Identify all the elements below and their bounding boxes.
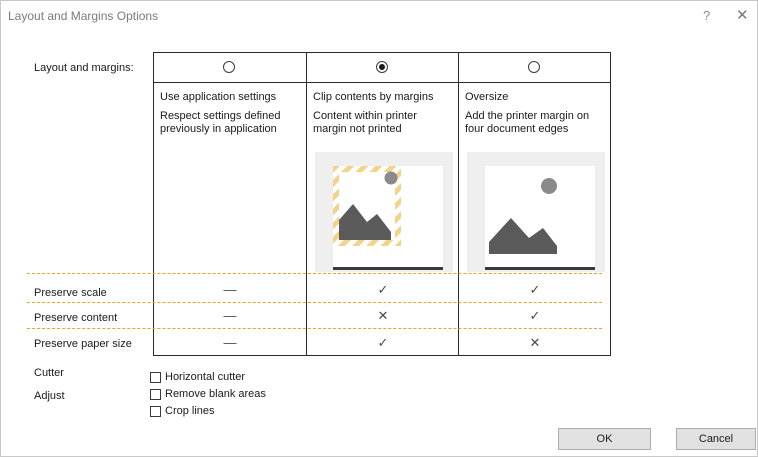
title-bar: Layout and Margins Options ? ✕ — [1, 1, 757, 31]
paper-edge — [485, 267, 595, 270]
option-title-oversize: Oversize — [465, 91, 509, 103]
option-description-application: Respect settings defined previously in a… — [160, 110, 281, 135]
layout-margins-label: Layout and margins: — [34, 62, 134, 74]
crop-lines-checkbox[interactable] — [150, 406, 161, 417]
option-description-oversize: Add the printer margin on four document … — [465, 110, 590, 135]
layout-margins-dialog: Layout and Margins Options ? ✕ Layout an… — [0, 0, 758, 457]
option-title-clip: Clip contents by margins — [313, 91, 434, 103]
cancel-button[interactable]: Cancel — [676, 428, 756, 450]
paper-illustration — [485, 166, 595, 270]
option-header — [154, 53, 306, 83]
row-separator — [27, 302, 602, 303]
feature-label-scale: Preserve scale — [34, 287, 107, 299]
feature-label-paper-size: Preserve paper size — [34, 338, 132, 350]
option-description-clip: Content within printer margin not printe… — [313, 110, 417, 135]
horizontal-cutter-checkbox[interactable] — [150, 372, 161, 383]
dash-icon: — — [223, 335, 237, 350]
cross-icon: ✕ — [529, 335, 541, 350]
clip-preview — [315, 152, 453, 272]
checkmark-icon: ✓ — [529, 308, 541, 323]
feature-label-content: Preserve content — [34, 312, 118, 324]
radio-application-settings[interactable] — [223, 61, 235, 73]
radio-clip-by-margins[interactable] — [376, 61, 388, 73]
remove-blank-areas-label[interactable]: Remove blank areas — [165, 388, 266, 400]
checkmark-icon: ✓ — [529, 282, 541, 297]
paper-illustration — [333, 166, 443, 270]
dash-icon: — — [223, 308, 237, 323]
close-button[interactable]: ✕ — [736, 6, 749, 24]
row-separator — [27, 273, 602, 274]
horizontal-cutter-label[interactable]: Horizontal cutter — [165, 371, 245, 383]
checkmark-icon: ✓ — [377, 335, 389, 350]
remove-blank-areas-checkbox[interactable] — [150, 389, 161, 400]
dash-icon: — — [223, 282, 237, 297]
dialog-title: Layout and Margins Options — [8, 9, 159, 23]
adjust-label: Adjust — [34, 390, 65, 402]
option-header — [307, 53, 458, 83]
option-header — [459, 53, 610, 83]
cutter-label: Cutter — [34, 367, 64, 379]
mountain-image-icon — [333, 166, 401, 246]
mountain-image-icon — [489, 178, 557, 254]
oversize-preview — [467, 152, 605, 272]
crop-lines-label[interactable]: Crop lines — [165, 405, 215, 417]
row-separator — [27, 328, 602, 329]
checkmark-icon: ✓ — [377, 282, 389, 297]
help-button[interactable]: ? — [703, 8, 710, 23]
ok-button[interactable]: OK — [558, 428, 651, 450]
option-title-application: Use application settings — [160, 91, 277, 103]
paper-edge — [333, 267, 443, 270]
cross-icon: ✕ — [377, 308, 389, 323]
radio-oversize[interactable] — [528, 61, 540, 73]
